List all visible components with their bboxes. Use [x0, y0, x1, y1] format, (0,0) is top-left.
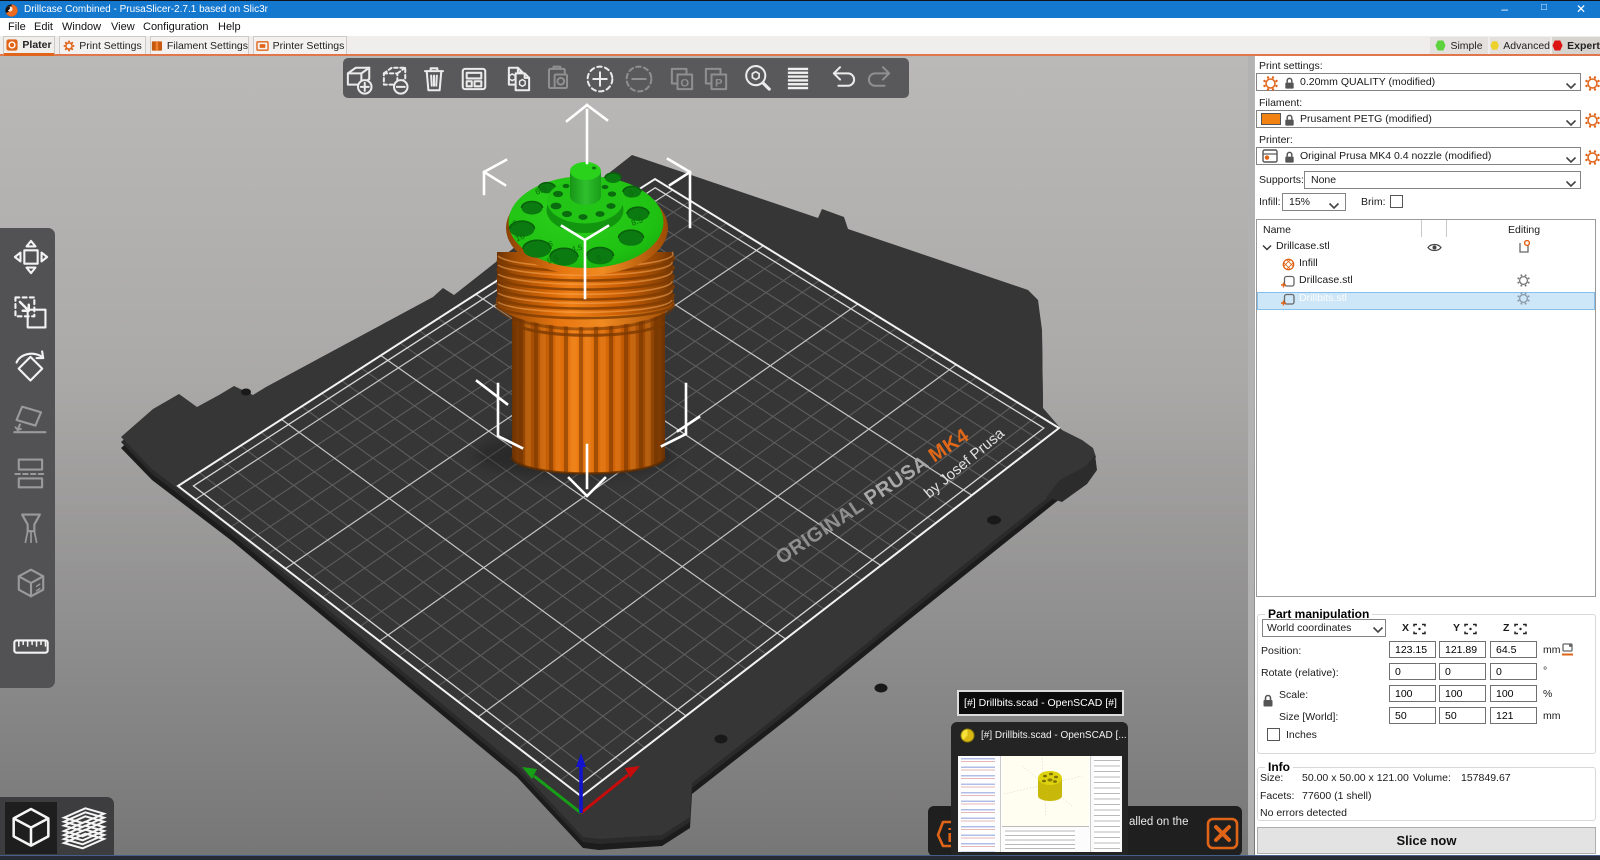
svg-text:O: O	[680, 77, 689, 89]
svg-text:P: P	[715, 77, 723, 89]
